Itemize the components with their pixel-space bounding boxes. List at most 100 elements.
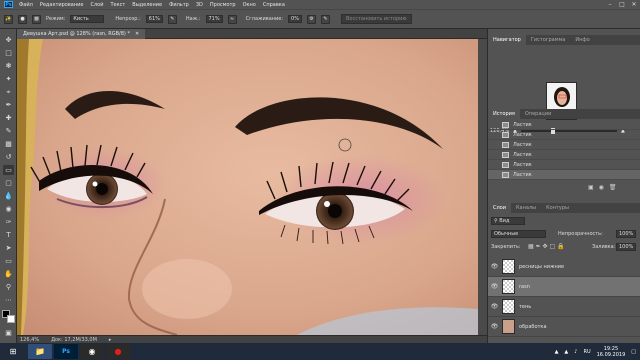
- history-brush-tool-icon[interactable]: ✨: [4, 14, 13, 24]
- menu-edit[interactable]: Редактирование: [40, 2, 84, 8]
- eyedropper-tool-icon[interactable]: ✒: [3, 100, 14, 110]
- eye-icon[interactable]: 👁: [491, 323, 499, 330]
- more-tools-icon[interactable]: ⋯: [3, 295, 14, 305]
- history-item-selected[interactable]: Ластик: [488, 170, 640, 180]
- menu-type[interactable]: Текст: [110, 2, 125, 8]
- quick-mask-icon[interactable]: ▣: [3, 328, 14, 338]
- layer-row-selected[interactable]: 👁 rasn: [488, 277, 640, 297]
- start-button[interactable]: ⊞: [0, 344, 26, 359]
- quick-select-tool-icon[interactable]: ✦: [3, 74, 14, 84]
- notifications-icon[interactable]: □: [631, 349, 636, 355]
- layer-filter-label: Вид: [499, 218, 510, 224]
- healing-brush-tool-icon[interactable]: ✚: [3, 113, 14, 123]
- blend-mode-select[interactable]: Обычные: [491, 230, 546, 238]
- mode-select[interactable]: Кисть: [70, 15, 105, 23]
- hand-tool-icon[interactable]: ✋: [3, 269, 14, 279]
- menu-view[interactable]: Просмотр: [210, 2, 236, 8]
- history-item[interactable]: Ластик: [488, 150, 640, 160]
- history-item[interactable]: Ластик: [488, 140, 640, 150]
- status-arrow-icon[interactable]: ▸: [109, 337, 112, 343]
- menu-help[interactable]: Справка: [263, 2, 285, 8]
- clock[interactable]: 19:25 16.09.2019: [597, 346, 626, 358]
- menu-file[interactable]: Файл: [19, 2, 33, 8]
- zoom-tool-icon[interactable]: ⚲: [3, 282, 14, 292]
- recorder-taskbar-icon[interactable]: ●: [106, 344, 130, 359]
- tab-histogram[interactable]: Гистограмма: [526, 35, 571, 45]
- menu-window[interactable]: Окно: [243, 2, 256, 8]
- marquee-tool-icon[interactable]: □: [3, 48, 14, 58]
- gradient-tool-icon[interactable]: ▢: [3, 178, 14, 188]
- layer-row[interactable]: 👁 тень: [488, 297, 640, 317]
- tab-channels[interactable]: Каналы: [511, 203, 541, 213]
- eye-icon[interactable]: 👁: [491, 303, 499, 310]
- close-tab-icon[interactable]: ✕: [135, 31, 139, 37]
- lasso-tool-icon[interactable]: ❃: [3, 61, 14, 71]
- path-selection-tool-icon[interactable]: ➤: [3, 243, 14, 253]
- layer-filter-select[interactable]: ⚲ Вид: [491, 217, 525, 225]
- menu-3d[interactable]: 3D: [196, 2, 203, 8]
- canvas-vertical-scrollbar[interactable]: [478, 39, 487, 335]
- layer-name[interactable]: ресницы нижние: [519, 264, 564, 270]
- move-tool-icon[interactable]: ✥: [3, 35, 14, 45]
- menu-filter[interactable]: Фильтр: [169, 2, 189, 8]
- opacity-input[interactable]: 61%: [145, 15, 163, 23]
- menu-select[interactable]: Выделение: [132, 2, 162, 8]
- dodge-tool-icon[interactable]: ◉: [3, 204, 14, 214]
- volume-icon[interactable]: ♪: [574, 349, 577, 355]
- layer-name[interactable]: тень: [519, 304, 531, 310]
- layer-row[interactable]: 👁 ресницы нижние: [488, 257, 640, 277]
- status-zoom[interactable]: 126,4%: [20, 337, 39, 343]
- minimize-button[interactable]: –: [604, 0, 616, 9]
- smoothing-input[interactable]: 0%: [288, 15, 302, 23]
- eye-icon[interactable]: 👁: [491, 263, 499, 270]
- layer-name[interactable]: обработка: [519, 324, 547, 330]
- snapshot-icon[interactable]: ▣: [588, 184, 594, 191]
- fill-input[interactable]: 100%: [616, 243, 636, 251]
- maximize-button[interactable]: □: [616, 0, 628, 9]
- layer-opacity-input[interactable]: 100%: [616, 230, 636, 238]
- pressure-size-icon[interactable]: ✎: [320, 14, 330, 24]
- shape-tool-icon[interactable]: ▭: [3, 256, 14, 266]
- gear-icon[interactable]: ⚙: [306, 14, 316, 24]
- document-canvas[interactable]: [17, 39, 478, 335]
- document-tab[interactable]: Девушка Арт.psd @ 128% (rasn, RGB/8) * ✕: [17, 29, 146, 39]
- tab-layers[interactable]: Слои: [488, 203, 511, 213]
- photoshop-taskbar-icon[interactable]: Ps: [54, 344, 78, 359]
- browser-taskbar-icon[interactable]: ◉: [80, 344, 104, 359]
- brush-panel-icon[interactable]: ▩: [32, 14, 41, 24]
- tray-arrow-icon[interactable]: ▲: [555, 349, 559, 355]
- tab-actions[interactable]: Операции: [520, 109, 556, 119]
- menu-layer[interactable]: Слой: [90, 2, 103, 8]
- type-tool-icon[interactable]: T: [3, 230, 14, 240]
- flow-input[interactable]: 71%: [205, 15, 223, 23]
- pressure-opacity-icon[interactable]: ✎: [167, 14, 177, 24]
- layer-name[interactable]: rasn: [519, 284, 530, 290]
- brush-preset-icon[interactable]: ●: [18, 14, 27, 24]
- layer-row[interactable]: 👁 обработка: [488, 317, 640, 337]
- eraser-tool-icon[interactable]: ▭: [3, 165, 14, 175]
- history-item[interactable]: Ластик: [488, 160, 640, 170]
- blur-tool-icon[interactable]: 💧: [3, 191, 14, 201]
- trash-icon[interactable]: 🗑: [609, 184, 617, 191]
- history-brush-tool-icon[interactable]: ↺: [3, 152, 14, 162]
- network-icon[interactable]: ▲: [564, 349, 568, 355]
- tab-history[interactable]: История: [488, 109, 520, 119]
- camera-icon[interactable]: ◉: [599, 184, 604, 191]
- lock-icons[interactable]: ▦ ✒ ✥ □ 🔒: [528, 243, 565, 250]
- history-item[interactable]: Ластик: [488, 130, 640, 140]
- eye-icon[interactable]: 👁: [491, 283, 499, 290]
- explorer-taskbar-icon[interactable]: 📁: [28, 344, 52, 359]
- airbrush-icon[interactable]: ≈: [227, 14, 237, 24]
- pen-tool-icon[interactable]: ✑: [3, 217, 14, 227]
- tab-navigator[interactable]: Навигатор: [488, 35, 526, 45]
- clone-stamp-tool-icon[interactable]: ▩: [3, 139, 14, 149]
- language-indicator[interactable]: RU: [583, 349, 590, 355]
- crop-tool-icon[interactable]: ⌖: [3, 87, 14, 97]
- brush-tool-icon[interactable]: ✎: [3, 126, 14, 136]
- tab-paths[interactable]: Контуры: [541, 203, 574, 213]
- close-button[interactable]: ✕: [628, 0, 640, 9]
- history-item[interactable]: Ластик: [488, 120, 640, 130]
- background-color-swatch[interactable]: [7, 315, 15, 323]
- tab-info[interactable]: Инфо: [570, 35, 594, 45]
- restore-history-button[interactable]: Восстановить историю: [340, 14, 412, 24]
